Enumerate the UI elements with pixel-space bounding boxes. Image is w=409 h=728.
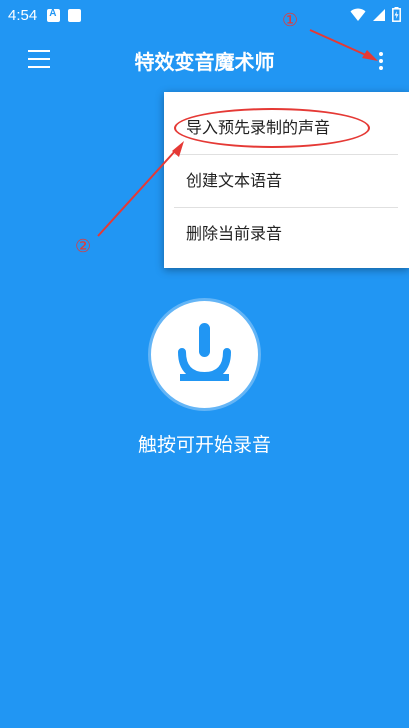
annotation-marker-1: ① [282, 10, 299, 31]
battery-icon [392, 7, 401, 22]
overflow-menu-icon[interactable] [370, 48, 392, 74]
record-button[interactable] [148, 298, 261, 411]
app-bar: 特效变音魔术师 [0, 30, 409, 86]
app-title: 特效变音魔术师 [134, 50, 275, 74]
status-bar: 4:54 [0, 0, 409, 30]
menu-item-import-recording[interactable]: 导入预先录制的声音 [174, 102, 398, 154]
status-time: 4:54 [8, 6, 38, 24]
menu-item-text-to-speech[interactable]: 创建文本语音 [174, 155, 398, 207]
status-indicators [350, 7, 401, 22]
notification-square-icon [68, 8, 82, 22]
signal-icon [373, 8, 385, 21]
annotation-marker-2: ② [75, 236, 92, 257]
record-hint: 触按可开始录音 [137, 434, 271, 456]
overflow-popup-menu: 导入预先录制的声音 创建文本语音 删除当前录音 [164, 92, 409, 268]
microphone-icon [178, 323, 231, 381]
menu-item-delete-recording[interactable]: 删除当前录音 [174, 208, 398, 260]
wifi-icon [350, 8, 366, 21]
notification-app-icon [47, 8, 61, 22]
